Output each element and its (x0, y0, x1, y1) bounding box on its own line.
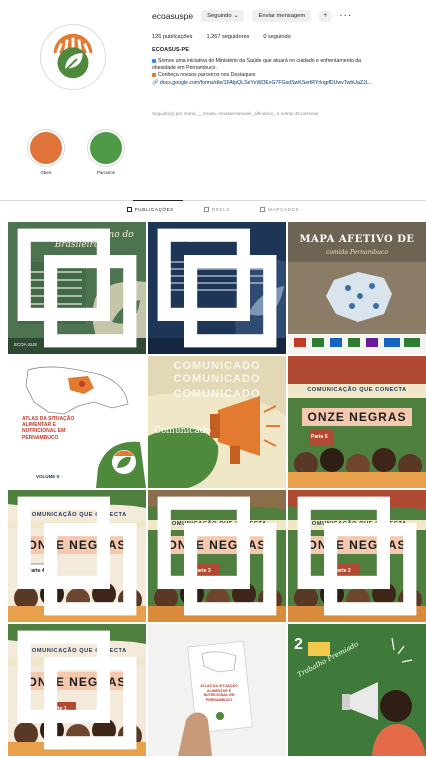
tab-posts-label: PUBLICAÇÕES (134, 207, 174, 212)
followed-by-text[interactable]: Seguido(a) por maria___renata, renataema… (152, 111, 318, 116)
emoji-icon (152, 73, 156, 78)
profile-header-row: ecoasuspe Seguindo ⌄ Enviar mensagem + ·… (152, 10, 352, 22)
profile-display-name: ECOASUS-PE (152, 47, 189, 53)
bio-link[interactable]: docs.google.com/forms/d/e/1FAIpQLSeYxWOE… (160, 80, 373, 86)
carousel-icon (297, 496, 417, 616)
post-tile[interactable]: ATLAS DA SITUAÇÃO ALIMENTAR E NUTRICIONA… (148, 624, 286, 756)
post-tile[interactable]: COMUNICAÇÃO QUE CONECTA ONZE NEGRAS Part… (8, 490, 146, 622)
more-options-icon[interactable]: ··· (339, 11, 352, 21)
post-title: ATLAS DA SITUAÇÃO ALIMENTAR E NUTRICIONA… (200, 684, 238, 702)
post-subtitle: comida Pernambuco (326, 249, 388, 256)
chevron-down-icon: ⌄ (233, 13, 239, 19)
carousel-icon (17, 630, 137, 750)
post-banner: COMUNICADO (173, 388, 261, 400)
grid-icon (126, 207, 132, 212)
highlight-label: Parceiros (97, 170, 115, 175)
carousel-icon (157, 496, 277, 616)
highlight-obesi[interactable]: Obesi (26, 130, 66, 175)
highlight-cover (88, 130, 124, 166)
profile-stats: 126 publicações 1.267 seguidores 0 segui… (152, 34, 291, 40)
post-tile[interactable]: MAPA AFETIVO DE comida Pernambuco (288, 222, 426, 354)
post-title: ATLAS DA SITUAÇÃO ALIMENTAR E NUTRICIONA… (22, 416, 75, 441)
profile-avatar[interactable] (40, 24, 106, 90)
highlight-label: Obesi (40, 170, 52, 175)
followers-count[interactable]: 1.267 seguidores (206, 34, 249, 40)
following-button[interactable]: Seguindo ⌄ (201, 10, 245, 22)
active-tab-indicator (133, 200, 183, 201)
message-button-label: Enviar mensagem (258, 13, 306, 19)
profile-username: ecoasuspe (152, 11, 194, 21)
post-banner: COMUNICADO (173, 373, 261, 385)
post-tile[interactable]: COMUNICAÇÃO QUE CONECTA ONZE NEGRAS Part… (148, 490, 286, 622)
post-tile[interactable]: COMUNICAÇÃO QUE CONECTA ONZE NEGRAS Part… (8, 624, 146, 756)
bio-line-2: obesidade em Pernambuco. (152, 65, 217, 72)
post-title: Comunicado (154, 426, 211, 436)
post-heading: COMUNICAÇÃO QUE CONECTA (307, 387, 407, 393)
reels-icon (203, 207, 209, 212)
add-person-icon[interactable]: + (319, 10, 332, 22)
post-tile[interactable]: COMUNICAÇÃO QUE CONECTA ONZE NEGRAS Part… (288, 490, 426, 622)
carousel-icon (17, 228, 137, 348)
tab-posts[interactable]: PUBLICAÇÕES (126, 207, 174, 212)
post-badge: 2 (294, 636, 303, 653)
post-part-label: Parte 5 (311, 434, 328, 440)
posts-grid: Pesquisa de Consumo do Brasileiro ECOA S… (8, 222, 426, 756)
post-volume: VOLUME II (36, 474, 60, 479)
post-banner: COMUNICADO (173, 360, 261, 372)
post-tile[interactable]: ATLAS DA SITUAÇÃO ALIMENTAR E NUTRICIONA… (8, 356, 146, 488)
highlight-parceiros[interactable]: Parceiros (86, 130, 126, 175)
tab-tagged[interactable]: MARCADOS (260, 207, 299, 212)
carousel-icon (157, 228, 277, 348)
tab-tagged-label: MARCADOS (268, 207, 300, 212)
following-button-label: Seguindo (207, 13, 232, 19)
post-tile[interactable]: Pesquisa de Consumo do Brasileiro ECOA S… (8, 222, 146, 354)
profile-bio: Somos uma iniciativa do Ministério da Sa… (152, 58, 422, 87)
link-icon: 🔗 (152, 79, 160, 86)
profile-tabs: PUBLICAÇÕES REELS MARCADOS (0, 207, 426, 212)
emoji-icon (152, 58, 156, 63)
tab-reels[interactable]: REELS (203, 207, 230, 212)
tagged-icon (260, 207, 265, 212)
highlight-cover (28, 130, 64, 166)
post-tile[interactable]: COMUNICADO COMUNICADO COMUNICADO Comunic… (148, 356, 286, 488)
post-tile[interactable]: COMUNICAÇÃO QUE CONECTA ONZE NEGRAS Part… (288, 356, 426, 488)
post-title: ONZE NEGRAS (307, 410, 407, 424)
tabs-divider (0, 200, 426, 201)
bio-line-3: Conheça nossos parceiros nos Destaques (158, 72, 256, 79)
carousel-icon (17, 496, 137, 616)
ecoasus-logo-icon (44, 28, 102, 86)
posts-count: 126 publicações (152, 34, 193, 40)
post-tile[interactable]: 2 Trabalho Premiado (288, 624, 426, 756)
post-tile[interactable]: Pesquisa Resultado (148, 222, 286, 354)
bio-line-1: Somos uma iniciativa do Ministério da Sa… (158, 58, 362, 64)
message-button[interactable]: Enviar mensagem (252, 10, 312, 22)
following-count[interactable]: 0 seguindo (263, 34, 290, 40)
tab-reels-label: REELS (211, 207, 230, 212)
post-title: MAPA AFETIVO DE (299, 234, 415, 245)
